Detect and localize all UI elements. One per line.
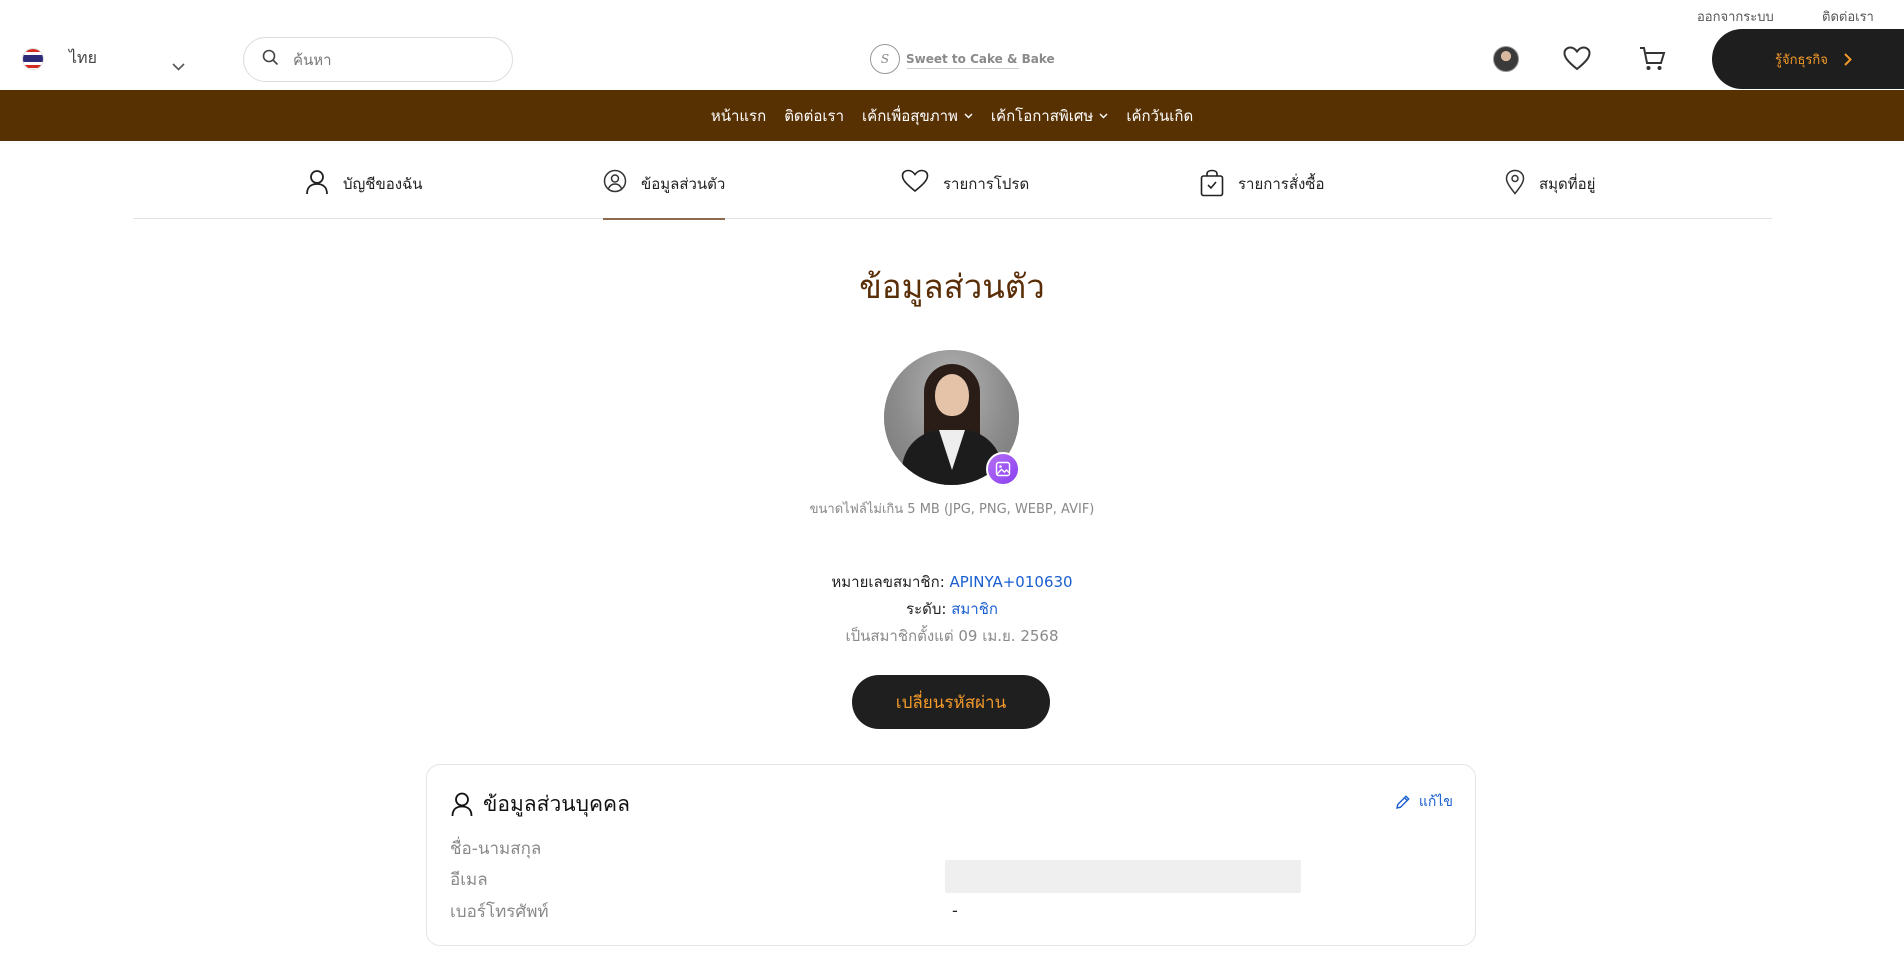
- wishlist-icon[interactable]: [1563, 46, 1591, 75]
- nav-item-home[interactable]: หน้าแรก: [711, 104, 766, 128]
- tab-favorites[interactable]: รายการโปรด: [901, 169, 1029, 219]
- logo-text: Sweet to Cake & Bake: [906, 52, 1055, 66]
- pencil-icon: [1395, 795, 1410, 809]
- member-since: เป็นสมาชิกตั้งแต่ 09 เม.ย. 2568: [845, 627, 1059, 645]
- image-icon: [995, 461, 1011, 477]
- logout-link[interactable]: ออกจากระบบ: [1697, 6, 1774, 27]
- chevron-down-icon: [1099, 113, 1108, 118]
- thai-flag-icon: [22, 47, 44, 70]
- edit-personal-info-link[interactable]: แก้ไข: [1395, 791, 1453, 813]
- file-size-hint: ขนาดไฟล์ไม่เกิน 5 MB (JPG, PNG, WEBP, AV…: [809, 502, 1095, 517]
- chevron-down-icon: [964, 113, 973, 118]
- language-selector[interactable]: ไทย: [22, 46, 97, 71]
- change-password-button[interactable]: เปลี่ยนรหัสผ่าน: [852, 675, 1050, 729]
- about-business-label: รู้จักธุรกิจ: [1775, 52, 1828, 68]
- shopping-bag-icon: [1200, 169, 1224, 197]
- nav-item-special-cakes[interactable]: เค้กโอกาสพิเศษ: [991, 104, 1108, 128]
- field-label-email: อีเมล: [450, 870, 488, 890]
- profile-circle-icon: [603, 169, 627, 193]
- member-id-label: หมายเลขสมาชิก:: [831, 573, 945, 591]
- main-nav: หน้าแรก ติดต่อเรา เค้กเพื่อสุขภาพ เค้กโอ…: [0, 90, 1904, 141]
- member-id-line: หมายเลขสมาชิก: APINYA+010630: [0, 570, 1904, 594]
- tab-personal-info[interactable]: ข้อมูลส่วนตัว: [603, 169, 726, 220]
- tab-my-account[interactable]: บัญชีของฉัน: [305, 169, 423, 219]
- search-box[interactable]: [243, 37, 513, 82]
- heart-icon: [901, 169, 929, 193]
- search-icon: [262, 49, 279, 70]
- chevron-down-icon[interactable]: [172, 56, 185, 75]
- about-business-button[interactable]: รู้จักธุรกิจ: [1712, 29, 1904, 89]
- user-icon: [451, 792, 473, 817]
- email-value-placeholder: [945, 860, 1301, 893]
- member-level-line: ระดับ: สมาชิก: [0, 597, 1904, 621]
- contact-link-top[interactable]: ติดต่อเรา: [1822, 6, 1874, 27]
- tab-address-book[interactable]: สมุดที่อยู่: [1505, 169, 1595, 219]
- field-label-fullname: ชื่อ-นามสกุล: [450, 839, 542, 859]
- nav-item-birthday-cakes[interactable]: เค้กวันเกิด: [1126, 104, 1193, 128]
- logo-mark-icon: S: [870, 44, 900, 74]
- member-id-value: APINYA+010630: [949, 573, 1073, 591]
- phone-value: -: [952, 901, 958, 920]
- language-label: ไทย: [69, 48, 97, 67]
- chevron-right-icon: [1844, 52, 1852, 66]
- cart-icon[interactable]: [1638, 45, 1666, 77]
- upload-photo-button[interactable]: [986, 452, 1020, 486]
- member-level-value: สมาชิก: [951, 600, 998, 618]
- field-label-phone: เบอร์โทรศัพท์: [450, 902, 549, 922]
- account-tabs: บัญชีของฉัน ข้อมูลส่วนตัว รายการโปรด ราย…: [133, 141, 1772, 220]
- tab-orders[interactable]: รายการสั่งซื้อ: [1200, 169, 1325, 219]
- page-title: ข้อมูลส่วนตัว: [859, 267, 1045, 306]
- search-input[interactable]: [293, 50, 483, 69]
- user-avatar[interactable]: [1493, 46, 1519, 72]
- card-title: ข้อมูลส่วนบุคคล: [451, 788, 630, 821]
- nav-item-healthy-cakes[interactable]: เค้กเพื่อสุขภาพ: [862, 104, 973, 128]
- location-pin-icon: [1505, 169, 1525, 195]
- member-level-label: ระดับ:: [906, 600, 947, 618]
- user-icon: [306, 170, 328, 195]
- brand-logo[interactable]: S Sweet to Cake & Bake: [870, 44, 1055, 74]
- nav-item-contact[interactable]: ติดต่อเรา: [784, 104, 844, 128]
- personal-info-card: ข้อมูลส่วนบุคคล แก้ไข ชื่อ-นามสกุล อีเมล…: [426, 764, 1476, 946]
